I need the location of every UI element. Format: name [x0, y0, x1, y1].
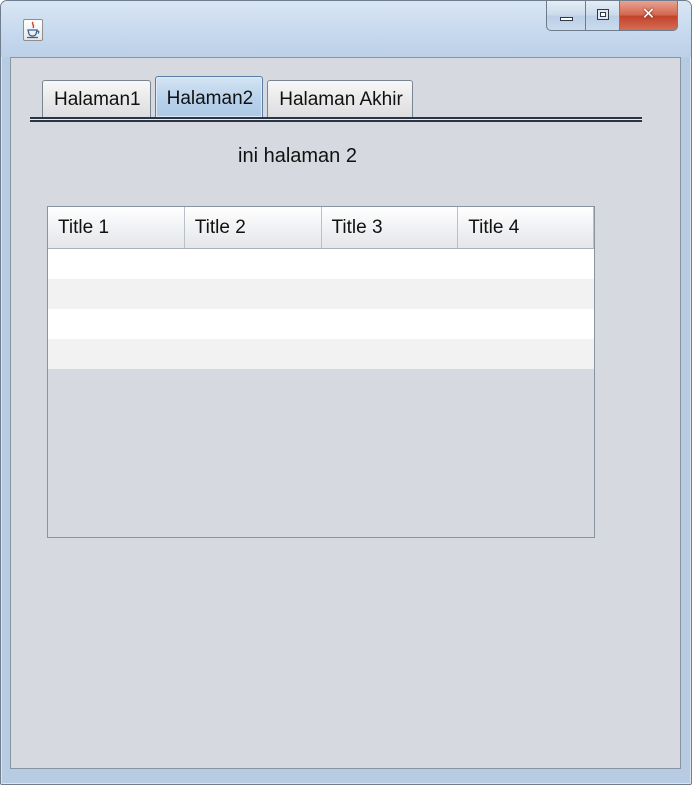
table-row[interactable] — [48, 309, 594, 339]
tab-halaman1[interactable]: Halaman1 — [42, 80, 151, 118]
column-header-title-4[interactable]: Title 4 — [458, 207, 594, 248]
tab-halaman-akhir[interactable]: Halaman Akhir — [267, 80, 413, 118]
title-bar[interactable]: ✕ — [1, 1, 691, 57]
table-row[interactable] — [48, 339, 594, 369]
maximize-icon — [597, 9, 609, 20]
data-table[interactable]: Title 1 Title 2 Title 3 Title 4 — [47, 206, 595, 538]
tab-content-divider — [30, 117, 642, 122]
tab-strip: Halaman1 Halaman2 Halaman Akhir — [42, 76, 417, 118]
table-header: Title 1 Title 2 Title 3 Title 4 — [48, 207, 594, 249]
close-icon: ✕ — [641, 4, 656, 23]
page-label: ini halaman 2 — [238, 145, 357, 167]
java-coffee-cup-icon[interactable] — [23, 19, 43, 41]
minimize-button[interactable] — [546, 1, 586, 31]
tab-halaman2[interactable]: Halaman2 — [154, 76, 264, 118]
column-header-title-3[interactable]: Title 3 — [322, 207, 459, 248]
column-header-title-2[interactable]: Title 2 — [185, 207, 322, 248]
window-controls: ✕ — [546, 1, 678, 31]
close-button[interactable]: ✕ — [620, 1, 678, 31]
column-header-title-1[interactable]: Title 1 — [48, 207, 185, 248]
table-row[interactable] — [48, 279, 594, 309]
app-window: ✕ Halaman1 Halaman2 Halaman Akhir ini ha… — [0, 0, 692, 785]
minimize-icon — [560, 17, 573, 21]
maximize-button[interactable] — [586, 1, 620, 31]
table-row[interactable] — [48, 249, 594, 279]
